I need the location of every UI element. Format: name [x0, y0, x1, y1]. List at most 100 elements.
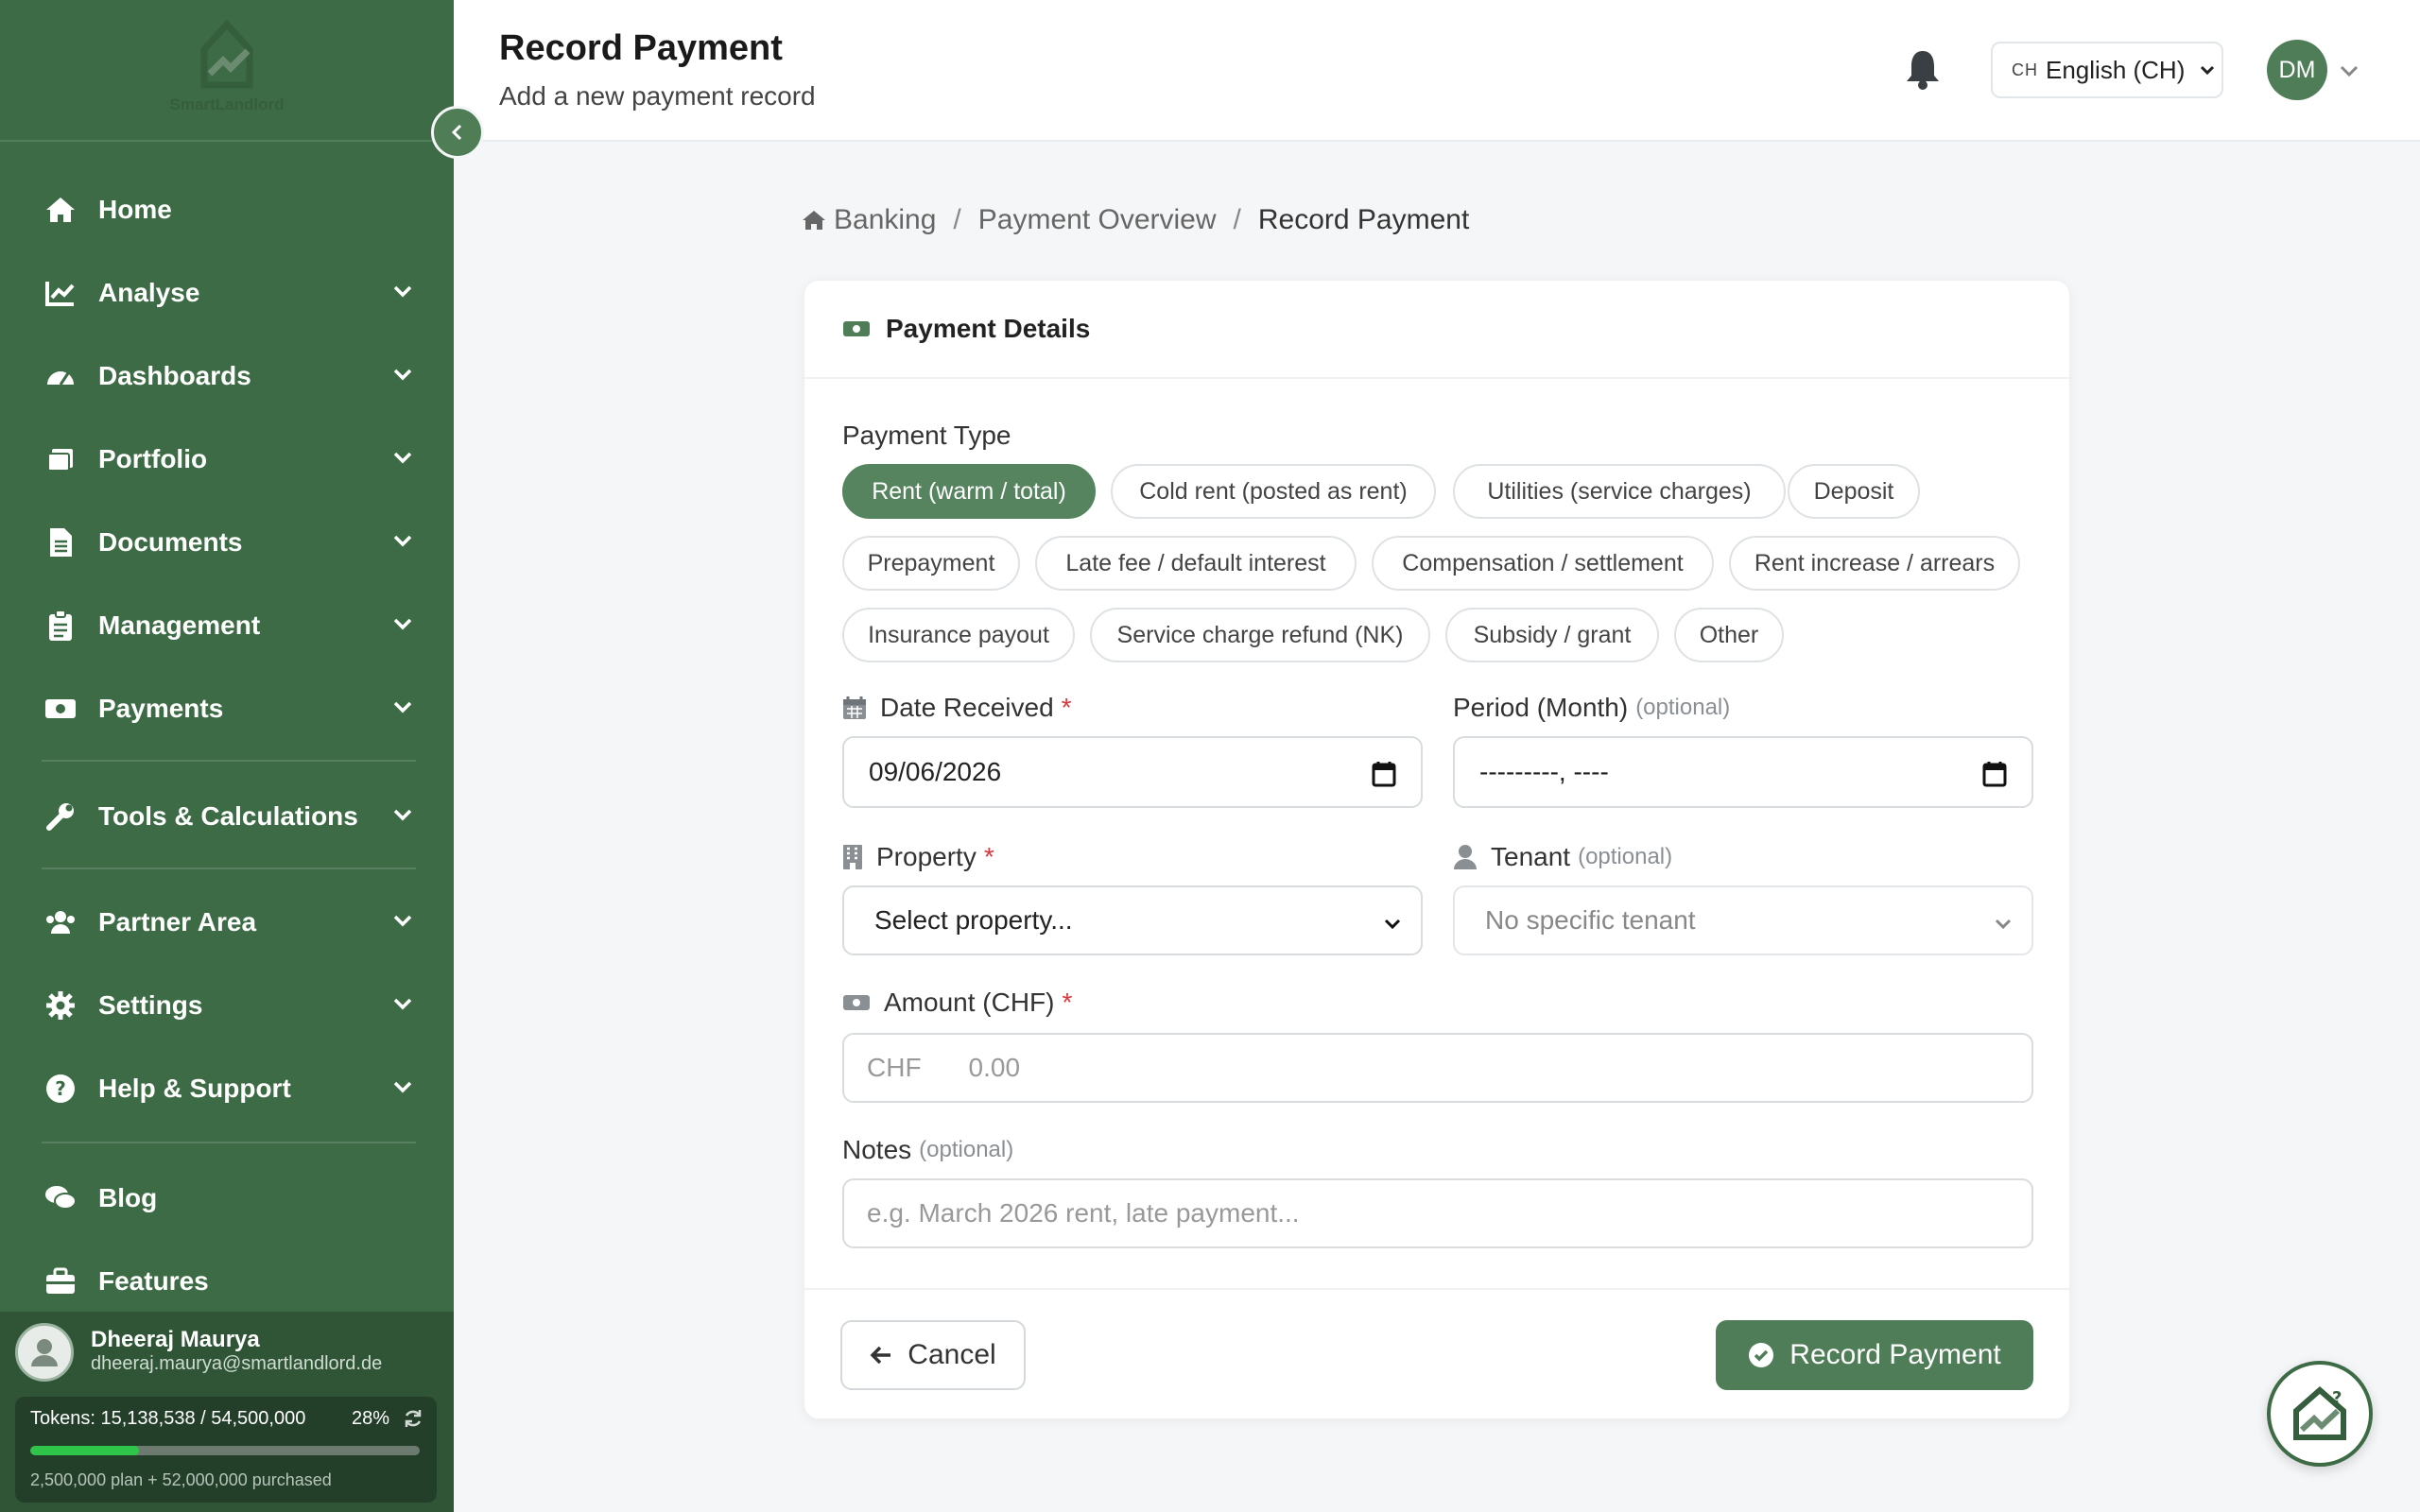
- chevron-down-icon: [393, 535, 412, 547]
- chevron-down-icon: [1995, 919, 2012, 930]
- arrow-left-icon: [870, 1345, 892, 1366]
- chevron-down-icon: [393, 701, 412, 713]
- svg-text:?: ?: [2332, 1388, 2342, 1408]
- bell-icon[interactable]: [1904, 47, 1942, 91]
- calendar-icon: [842, 696, 867, 720]
- check-circle-icon: [1748, 1342, 1774, 1368]
- sidebar-item-settings[interactable]: Settings: [42, 977, 420, 1034]
- user-email: dheeraj.maurya@smartlandlord.de: [91, 1353, 383, 1374]
- home-icon: [803, 211, 825, 230]
- sidebar-item-analyse[interactable]: Analyse: [42, 265, 420, 321]
- sidebar-item-management[interactable]: Management: [42, 597, 420, 654]
- briefcase-icon: [42, 1263, 79, 1300]
- sidebar-item-label: Payments: [98, 694, 224, 723]
- payment-details-card: Payment Details Payment Type Rent (warm …: [804, 280, 2070, 1419]
- user-avatar-button[interactable]: DM: [2267, 40, 2327, 100]
- currency-prefix: CHF: [867, 1053, 922, 1082]
- gear-icon: [42, 987, 79, 1024]
- sidebar-item-documents[interactable]: Documents: [42, 514, 420, 571]
- help-assistant-button[interactable]: ?: [2267, 1361, 2373, 1467]
- date-received-input[interactable]: 09/06/2026: [842, 736, 1423, 808]
- chevron-down-icon: [393, 809, 412, 821]
- sidebar-item-label: Analyse: [98, 278, 200, 307]
- logo-icon: [200, 19, 253, 89]
- sidebar-item-payments[interactable]: Payments: [42, 680, 420, 737]
- chip-late-fee[interactable]: Late fee / default interest: [1035, 536, 1357, 591]
- property-select[interactable]: Select property...: [842, 885, 1423, 955]
- sidebar-item-portfolio[interactable]: Portfolio: [42, 431, 420, 488]
- sidebar-item-partner-area[interactable]: Partner Area: [42, 894, 420, 951]
- record-payment-button[interactable]: Record Payment: [1716, 1320, 2033, 1390]
- breadcrumb-payment-overview[interactable]: Payment Overview: [978, 204, 1217, 236]
- card-header: Payment Details: [804, 281, 2069, 379]
- payment-type-label-text: Payment Type: [842, 421, 1011, 450]
- document-icon: [42, 524, 79, 561]
- portfolio-icon: [42, 440, 79, 478]
- optional-text: (optional): [1578, 844, 1673, 869]
- chip-service-charge-refund[interactable]: Service charge refund (NK): [1090, 608, 1430, 662]
- chevron-down-icon: [393, 1081, 412, 1093]
- page-subtitle: Add a new payment record: [499, 81, 816, 111]
- top-header: Record Payment Add a new payment record …: [454, 0, 2420, 142]
- sidebar-item-tools[interactable]: Tools & Calculations: [42, 788, 420, 845]
- tenant-select[interactable]: No specific tenant: [1453, 885, 2033, 955]
- chip-insurance-payout[interactable]: Insurance payout: [842, 608, 1075, 662]
- chevron-down-icon[interactable]: [2339, 62, 2360, 79]
- language-flag: CH: [2012, 60, 2038, 79]
- cancel-button-label: Cancel: [908, 1339, 996, 1370]
- token-progress-fill: [30, 1446, 140, 1455]
- optional-text: (optional): [1635, 695, 1731, 720]
- sidebar-divider: [42, 760, 416, 762]
- card-footer-divider: [804, 1288, 2069, 1290]
- chip-compensation[interactable]: Compensation / settlement: [1372, 536, 1714, 591]
- calendar-picker-icon[interactable]: [1982, 761, 2007, 787]
- chip-cold-rent[interactable]: Cold rent (posted as rent): [1111, 464, 1436, 519]
- breadcrumb-banking[interactable]: Banking: [834, 204, 936, 236]
- sidebar-item-blog[interactable]: Blog: [42, 1170, 420, 1227]
- sidebar-item-help-support[interactable]: ? Help & Support: [42, 1060, 420, 1117]
- refresh-icon[interactable]: [403, 1408, 424, 1429]
- tenant-label-text: Tenant: [1491, 842, 1571, 871]
- user-avatar[interactable]: [15, 1323, 74, 1382]
- chevron-down-icon: [393, 618, 412, 630]
- token-usage: Tokens: 15,138,538 / 54,500,000 28% 2,50…: [15, 1397, 437, 1503]
- breadcrumb-separator: /: [1233, 204, 1241, 235]
- cancel-button[interactable]: Cancel: [840, 1320, 1026, 1390]
- property-select-value: Select property...: [874, 905, 1073, 935]
- sidebar-item-label: Tools & Calculations: [98, 801, 358, 831]
- sidebar-item-features[interactable]: Features: [42, 1253, 420, 1310]
- calendar-picker-icon[interactable]: [1372, 761, 1396, 787]
- language-selector[interactable]: CH English (CH): [1991, 42, 2223, 98]
- chip-prepayment[interactable]: Prepayment: [842, 536, 1020, 591]
- question-icon: ?: [42, 1070, 79, 1108]
- amount-label-text: Amount (CHF): [884, 988, 1055, 1017]
- date-received-value: 09/06/2026: [869, 757, 1002, 786]
- notes-input[interactable]: e.g. March 2026 rent, late payment...: [842, 1178, 2033, 1248]
- card-title: Payment Details: [886, 314, 1091, 343]
- period-month-input[interactable]: ---------, ----: [1453, 736, 2033, 808]
- period-label: Period (Month) (optional): [1453, 693, 1730, 723]
- chip-other[interactable]: Other: [1674, 608, 1784, 662]
- sidebar-item-label: Partner Area: [98, 907, 257, 936]
- brand-logo[interactable]: SmartLandlord: [151, 19, 302, 123]
- amount-input[interactable]: CHF 0.00: [842, 1033, 2033, 1103]
- sidebar-item-label: Home: [98, 195, 172, 224]
- chip-subsidy-grant[interactable]: Subsidy / grant: [1445, 608, 1659, 662]
- money-icon: [42, 690, 79, 728]
- user-name: Dheeraj Maurya: [91, 1327, 260, 1352]
- chevron-down-icon: [393, 915, 412, 927]
- chip-rent-increase[interactable]: Rent increase / arrears: [1729, 536, 2020, 591]
- sidebar-item-label: Portfolio: [98, 444, 208, 473]
- chip-deposit[interactable]: Deposit: [1788, 464, 1920, 519]
- chip-rent-warm-total[interactable]: Rent (warm / total): [842, 464, 1096, 519]
- required-mark: *: [1061, 693, 1072, 722]
- token-count: Tokens: 15,138,538 / 54,500,000: [30, 1408, 306, 1429]
- sidebar-item-home[interactable]: Home: [42, 181, 420, 238]
- wrench-icon: [42, 798, 79, 835]
- sidebar-item-dashboards[interactable]: Dashboards: [42, 348, 420, 404]
- building-icon: [842, 844, 863, 870]
- tenant-select-value: No specific tenant: [1485, 905, 1696, 935]
- assistant-logo-icon: ?: [2293, 1386, 2346, 1440]
- chip-utilities[interactable]: Utilities (service charges): [1453, 464, 1786, 519]
- sidebar-collapse-button[interactable]: [431, 106, 484, 159]
